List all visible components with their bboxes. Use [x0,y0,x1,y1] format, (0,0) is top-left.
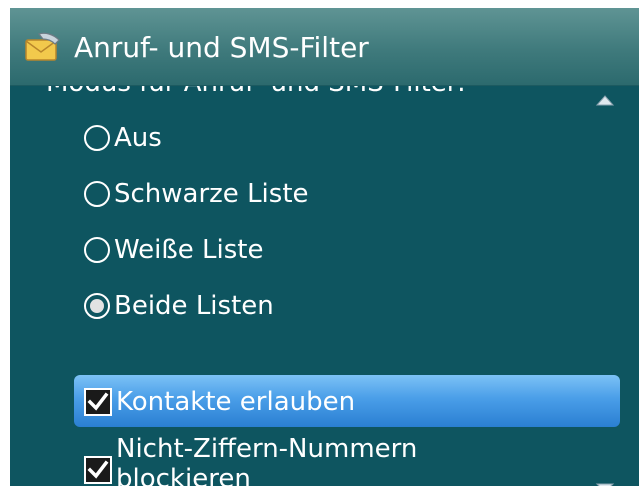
setting-label: Nicht-Ziffern-Nummern blockieren [116,426,417,486]
radio-option-label: Beide Listen [114,291,274,321]
setting-allow-contacts[interactable]: Kontakte erlauben [84,382,355,422]
radio-button-icon[interactable] [84,125,110,151]
setting-label-line2: blockieren [116,464,251,486]
setting-label-line1: Nicht-Ziffern-Nummern [116,434,418,464]
radio-option-label: Aus [114,123,162,153]
radio-option-off[interactable]: Aus [84,118,162,158]
radio-button-icon[interactable] [84,181,110,207]
radio-option-both-lists[interactable]: Beide Listen [84,286,274,326]
setting-block-non-digit-numbers[interactable]: Nicht-Ziffern-Nummern blockieren [84,426,417,486]
scroll-down-icon[interactable] [595,478,615,486]
app-screen: Anruf- und SMS-Filter Modus für Anruf- u… [10,8,639,486]
radio-option-whitelist[interactable]: Weiße Liste [84,230,264,270]
checkbox-checked-icon[interactable] [84,456,112,484]
radio-button-icon[interactable] [84,237,110,263]
setting-label: Kontakte erlauben [116,387,356,417]
radio-option-blacklist[interactable]: Schwarze Liste [84,174,309,214]
window-title: Anruf- und SMS-Filter [74,31,369,64]
scroll-up-icon[interactable] [595,92,615,106]
radio-button-selected-icon[interactable] [84,293,110,319]
radio-option-label: Schwarze Liste [114,179,309,209]
mode-section-label: Modus für Anruf- und SMS-Filter: [46,86,466,98]
checkbox-checked-icon[interactable] [84,388,112,416]
envelope-phone-icon [23,32,63,62]
title-bar: Anruf- und SMS-Filter [10,8,639,86]
settings-content[interactable]: Modus für Anruf- und SMS-Filter: Aus Sch… [10,86,639,486]
radio-option-label: Weiße Liste [114,235,264,265]
